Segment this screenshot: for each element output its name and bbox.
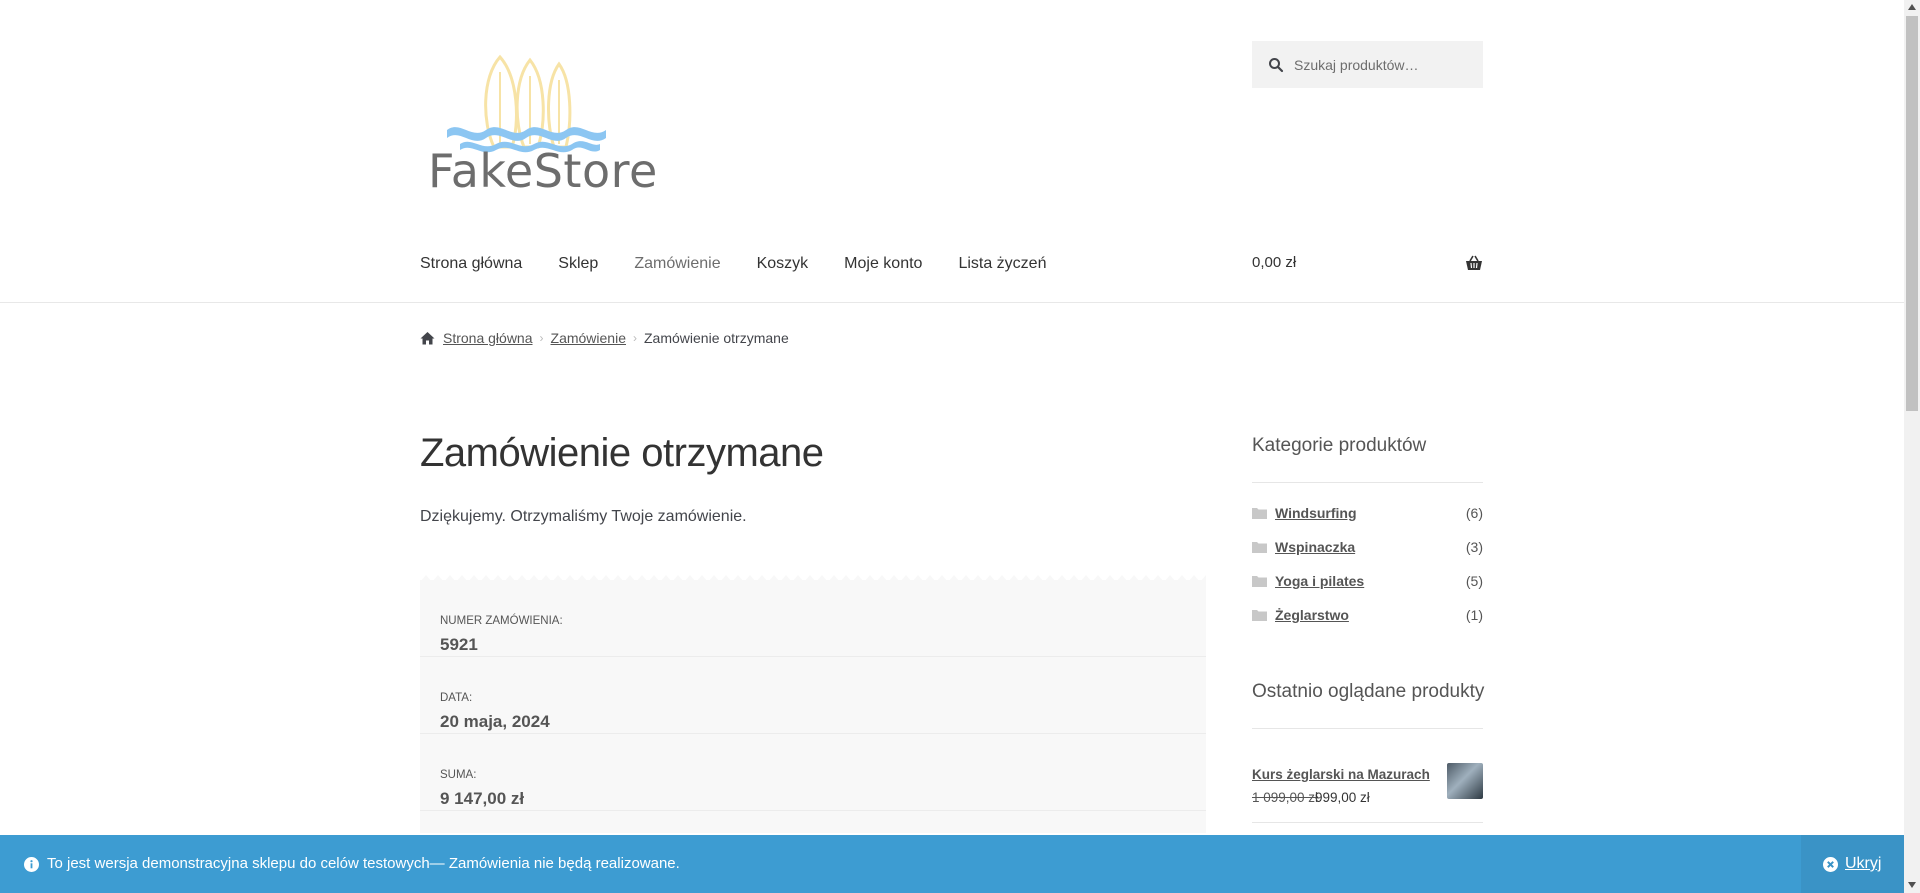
folder-icon [1252, 542, 1267, 553]
category-count: (3) [1465, 539, 1483, 555]
dismiss-notice-button[interactable]: Ukryj [1801, 835, 1904, 893]
scrollbar-thumb[interactable] [1906, 16, 1918, 411]
store-logo[interactable]: FakeStore [420, 52, 657, 198]
order-date-label: Data: [440, 692, 473, 704]
recent-product-item: Kurs żeglarski na Mazurach 1 099,00 zł 9… [1252, 762, 1483, 805]
recent-product-thumbnail[interactable] [1447, 763, 1483, 799]
search-icon [1269, 57, 1284, 72]
widget-divider [1252, 822, 1483, 823]
category-link-zeglarstwo[interactable]: Żeglarstwo [1275, 607, 1349, 623]
scroll-up-arrow-icon[interactable] [1908, 4, 1916, 10]
order-number-value: 5921 [440, 635, 478, 654]
category-link-windsurfing[interactable]: Windsurfing [1275, 505, 1357, 521]
breadcrumb-current: Zamówienie otrzymane [644, 330, 789, 346]
nav-shop[interactable]: Sklep [558, 255, 598, 273]
dismiss-notice-label: Ukryj [1845, 855, 1882, 872]
product-search[interactable] [1252, 41, 1483, 88]
primary-navigation: Strona główna Sklep Zamówienie Koszyk Mo… [420, 250, 1082, 278]
category-count: (5) [1465, 573, 1483, 589]
scroll-down-arrow-icon[interactable] [1908, 882, 1916, 888]
demo-store-notice: To jest wersja demonstracyjna sklepu do … [0, 835, 1904, 893]
widget-divider [1252, 728, 1483, 729]
category-item: Yoga i pilates (5) [1252, 571, 1483, 591]
category-count: (6) [1465, 505, 1483, 521]
categories-widget-title: Kategorie produktów [1252, 435, 1427, 456]
category-item: Żeglarstwo (1) [1252, 605, 1483, 625]
category-count: (1) [1465, 607, 1483, 623]
search-input[interactable] [1294, 56, 1474, 73]
order-date-row: Data: 20 maja, 2024 [420, 657, 1206, 734]
folder-icon [1252, 610, 1267, 621]
recent-product-price: 999,00 zł [1315, 790, 1370, 805]
order-date-value: 20 maja, 2024 [440, 712, 550, 731]
order-number-row: Numer zamówienia: 5921 [420, 580, 1206, 657]
logo-text: FakeStore [428, 144, 658, 198]
order-total-label: Suma: [440, 769, 477, 781]
nav-my-account[interactable]: Moje konto [844, 255, 922, 273]
breadcrumb-separator-icon: › [539, 331, 544, 345]
nav-checkout[interactable]: Zamówienie [634, 255, 720, 273]
home-icon [420, 332, 435, 345]
breadcrumb-checkout-link[interactable]: Zamówienie [551, 330, 626, 346]
recent-product-link[interactable]: Kurs żeglarski na Mazurach [1252, 767, 1430, 782]
header-cart-total[interactable]: 0,00 zł [1252, 254, 1296, 271]
store-notice-message: To jest wersja demonstracyjna sklepu do … [47, 855, 680, 872]
breadcrumb-separator-icon: › [633, 331, 637, 345]
site-header: FakeStore Strona główna Sklep Zamówienie… [0, 0, 1904, 303]
nav-wishlist[interactable]: Lista życzeń [958, 255, 1046, 273]
order-total-value: 9 147,00 zł [440, 789, 525, 808]
recent-products-widget-title: Ostatnio oglądane produkty [1252, 681, 1485, 702]
category-link-wspinaczka[interactable]: Wspinaczka [1275, 539, 1355, 555]
info-icon [24, 857, 39, 872]
nav-cart[interactable]: Koszyk [757, 255, 809, 273]
category-link-yoga-pilates[interactable]: Yoga i pilates [1275, 573, 1364, 589]
order-received-message: Dziękujemy. Otrzymaliśmy Twoje zamówieni… [420, 508, 747, 525]
nav-home[interactable]: Strona główna [420, 255, 522, 273]
folder-icon [1252, 508, 1267, 519]
breadcrumb-home-link[interactable]: Strona główna [443, 330, 533, 346]
category-item: Windsurfing (6) [1252, 503, 1483, 523]
recent-product-old-price: 1 099,00 zł [1252, 790, 1319, 805]
order-number-label: Numer zamówienia: [440, 615, 563, 627]
widget-divider [1252, 482, 1483, 483]
folder-icon [1252, 576, 1267, 587]
category-item: Wspinaczka (3) [1252, 537, 1483, 557]
shopping-basket-icon[interactable] [1465, 255, 1483, 271]
page-scrollbar[interactable] [1904, 0, 1920, 893]
close-circle-icon [1823, 856, 1838, 872]
order-total-row: Suma: 9 147,00 zł [420, 734, 1206, 811]
page-title: Zamówienie otrzymane [420, 431, 824, 475]
order-overview: Numer zamówienia: 5921 Data: 20 maja, 20… [420, 575, 1206, 833]
breadcrumb: Strona główna › Zamówienie › Zamówienie … [420, 328, 789, 348]
